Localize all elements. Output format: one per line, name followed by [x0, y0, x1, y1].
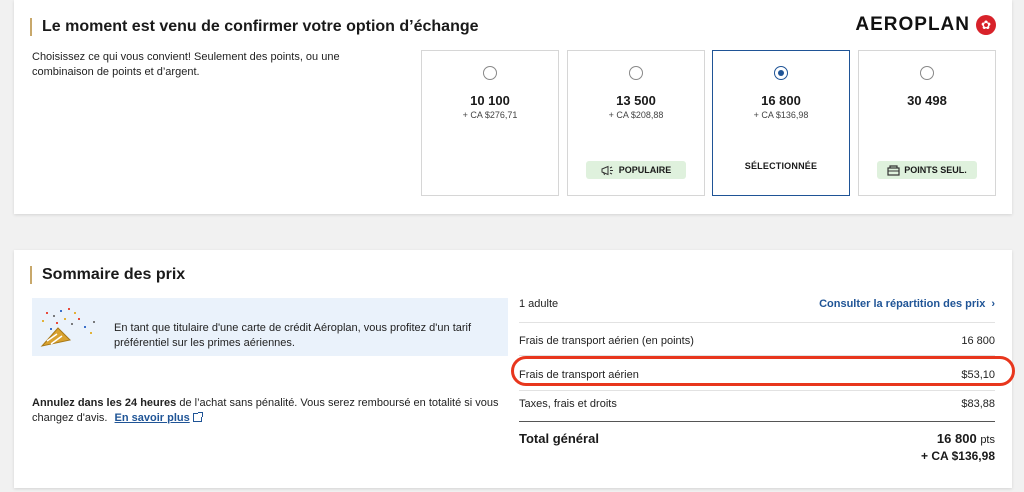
radio-button[interactable] — [629, 66, 643, 80]
option-points: 16 800 — [761, 93, 801, 108]
row-label: Taxes, frais et droits — [519, 398, 617, 410]
price-summary-card: Sommaire des prix En tant que titulaire … — [14, 250, 1015, 488]
option-16800[interactable]: 16 800 + CA $136,98 SÉLECTIONNÉE — [712, 50, 850, 196]
radio-button-selected[interactable] — [774, 66, 788, 80]
maple-leaf-icon: ✿ — [976, 15, 996, 35]
selected-label: SÉLECTIONNÉE — [744, 161, 818, 171]
external-link-icon — [192, 412, 203, 422]
credit-card-notice: En tant que titulaire d'une carte de cré… — [32, 298, 508, 356]
chevron-right-icon: › — [991, 298, 995, 310]
divider — [519, 390, 995, 391]
option-10100[interactable]: 10 100 + CA $276,71 — [421, 50, 559, 196]
total-points: 16 800 pts — [921, 431, 995, 446]
total-label: Total général — [519, 431, 599, 446]
total-points-value: 16 800 — [936, 431, 977, 446]
row-value: $53,10 — [961, 369, 995, 381]
points-unit: pts — [980, 434, 995, 446]
brand-text: AEROPLAN — [855, 14, 970, 35]
row-label: Frais de transport aérien (en points) — [519, 335, 694, 347]
aeroplan-logo: AEROPLAN ✿ — [855, 14, 996, 36]
redemption-card: Le moment est venu de confirmer votre op… — [14, 0, 1012, 214]
taxes-row: Taxes, frais et droits $83,88 — [519, 398, 995, 410]
option-cash: + CA $136,98 — [753, 110, 809, 120]
total-cash: + CA $136,98 — [921, 449, 995, 463]
points-only-badge: POINTS SEUL. — [877, 161, 977, 179]
row-value: 16 800 — [961, 335, 995, 347]
summary-title: Sommaire des prix — [30, 266, 185, 284]
redemption-intro: Choisissez ce qui vous convient! Seuleme… — [32, 51, 340, 78]
price-breakdown-link[interactable]: Consulter la répartition des prix › — [819, 298, 995, 310]
redemption-title: Le moment est venu de confirmer votre op… — [30, 18, 479, 36]
option-points: 13 500 — [616, 93, 656, 108]
popular-badge: POPULAIRE — [586, 161, 686, 179]
passenger-row: 1 adulte Consulter la répartition des pr… — [519, 298, 995, 310]
party-popper-icon — [40, 308, 95, 347]
divider — [519, 322, 995, 323]
wallet-icon — [887, 164, 900, 176]
radio-button[interactable] — [483, 66, 497, 80]
badge-label: POPULAIRE — [618, 165, 672, 175]
option-cash: + CA $208,88 — [608, 110, 664, 120]
cancel-bold-text: Annulez dans les 24 heures — [32, 397, 177, 409]
grand-total: Total général 16 800 pts + CA $136,98 — [519, 431, 995, 463]
notice-text: En tant que titulaire d'une carte de cré… — [114, 322, 472, 349]
badge-label: POINTS SEUL. — [904, 165, 967, 175]
radio-button[interactable] — [920, 66, 934, 80]
option-points: 30 498 — [907, 93, 947, 108]
air-fare-points-row: Frais de transport aérien (en points) 16… — [519, 335, 995, 347]
passenger-count: 1 adulte — [519, 298, 559, 310]
row-value: $83,88 — [961, 398, 995, 410]
learn-more-label: En savoir plus — [114, 412, 190, 424]
megaphone-icon — [601, 165, 613, 175]
option-points: 10 100 — [470, 93, 510, 108]
total-divider — [519, 421, 995, 422]
option-30498[interactable]: 30 498 POINTS SEUL. — [858, 50, 996, 196]
learn-more-link[interactable]: En savoir plus — [115, 412, 190, 424]
row-label: Frais de transport aérien — [519, 369, 639, 381]
divider — [519, 355, 995, 356]
cancellation-policy: Annulez dans les 24 heures de l’achat sa… — [32, 396, 502, 426]
option-cash: + CA $276,71 — [462, 110, 518, 120]
total-amount: 16 800 pts + CA $136,98 — [921, 431, 995, 463]
air-fare-row: Frais de transport aérien $53,10 — [511, 356, 1015, 386]
breakdown-link-label: Consulter la répartition des prix — [819, 298, 986, 310]
option-13500[interactable]: 13 500 + CA $208,88 POPULAIRE — [567, 50, 705, 196]
